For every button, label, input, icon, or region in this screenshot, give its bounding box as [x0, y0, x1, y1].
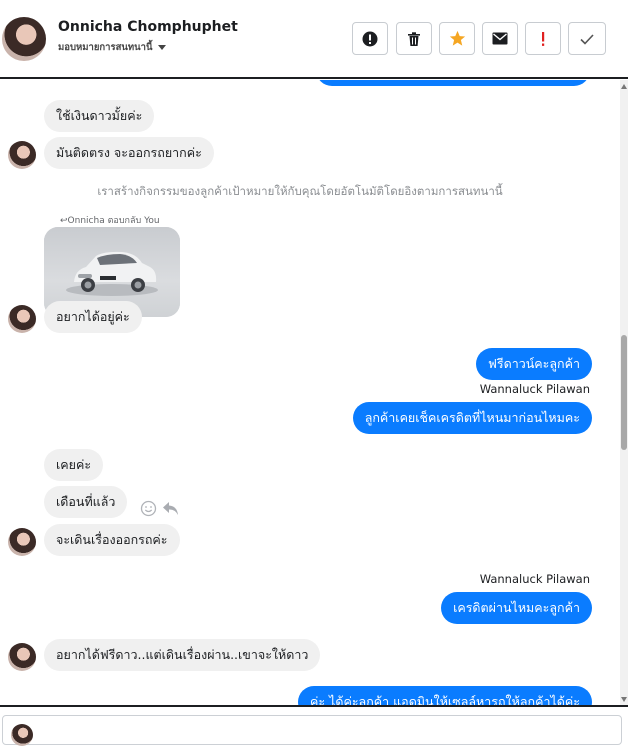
- exclamation-icon: [542, 31, 545, 46]
- contact-avatar[interactable]: [2, 17, 46, 61]
- message-incoming: อยากได้ฟรีดาว..แต่เดินเรื่องผ่าน..เขาจะใ…: [44, 639, 321, 671]
- delete-button[interactable]: [396, 22, 432, 55]
- reply-arrow-icon: ↩: [60, 216, 68, 226]
- chat-scrollbar[interactable]: [620, 80, 628, 706]
- scroll-up-icon[interactable]: [621, 84, 627, 89]
- contact-avatar-small: [8, 643, 36, 671]
- message-outgoing: ฟรีดาวน์คะลูกค้า: [476, 348, 592, 380]
- star-button[interactable]: [439, 22, 475, 55]
- exclamation-circle-icon: [362, 31, 378, 46]
- reply-composer[interactable]: [2, 715, 622, 746]
- spam-button[interactable]: [525, 22, 561, 55]
- message-incoming: ใช้เงินดาวมั้ยค่ะ: [44, 100, 155, 132]
- react-smiley-icon[interactable]: [140, 500, 157, 517]
- contact-avatar-small: [8, 528, 36, 556]
- message-outgoing: เครดิตผ่านไหมคะลูกค้า: [441, 592, 592, 624]
- done-button[interactable]: [568, 22, 606, 55]
- caret-down-icon: [157, 45, 166, 50]
- message-incoming: จะเดินเรื่องออกรถค่ะ: [44, 524, 180, 556]
- message-incoming: เคยค่ะ: [44, 449, 104, 481]
- reply-caption-text: Onnicha ตอบกลับ You: [67, 216, 160, 226]
- trash-icon: [408, 31, 420, 46]
- info-button[interactable]: [352, 22, 388, 55]
- conversation-header: Onnicha Chomphuphet มอบหมายการสนทนานี้: [0, 0, 628, 79]
- system-notice: เราสร้างกิจกรรมของลูกค้าเป้าหมายให้กับคุ…: [97, 184, 503, 198]
- scroll-down-icon[interactable]: [621, 697, 627, 702]
- star-icon: [449, 30, 465, 46]
- reply-caption: ↩Onnicha ตอบกลับ You: [60, 213, 160, 227]
- sender-name: Wannaluck Pilawan: [479, 382, 590, 396]
- contact-name[interactable]: Onnicha Chomphuphet: [58, 19, 238, 35]
- check-icon: [580, 33, 594, 45]
- agent-avatar: [11, 724, 33, 746]
- message-outgoing: ค่ะ ได้ค่ะลูกค้า แอดมินให้เซลล์หารถให้ลู…: [298, 686, 592, 706]
- sender-name: Wannaluck Pilawan: [479, 572, 590, 586]
- message-outgoing-partial: [316, 80, 590, 86]
- contact-avatar-small: [8, 141, 36, 169]
- mail-button[interactable]: [482, 22, 518, 55]
- message-incoming: มันติดตรง จะออกรถยากค่ะ: [44, 137, 214, 169]
- scrollbar-thumb[interactable]: [621, 335, 627, 450]
- reply-arrow-icon[interactable]: [162, 501, 179, 516]
- composer-divider: [0, 705, 628, 707]
- envelope-icon: [492, 32, 508, 45]
- message-outgoing: ลูกค้าเคยเช็คเครดิตที่ไหนมาก่อนไหมคะ: [352, 402, 592, 434]
- message-incoming: เดือนที่แล้ว: [44, 486, 128, 518]
- message-incoming: อยากได้อยู่ค่ะ: [44, 301, 142, 333]
- contact-avatar-small: [8, 305, 36, 333]
- assign-conversation-dropdown[interactable]: มอบหมายการสนทนานี้: [58, 40, 166, 55]
- assign-label: มอบหมายการสนทนานี้: [58, 42, 153, 53]
- message-thread[interactable]: ใช้เงินดาวมั้ยค่ะ มันติดตรง จะออกรถยากค่…: [0, 80, 628, 706]
